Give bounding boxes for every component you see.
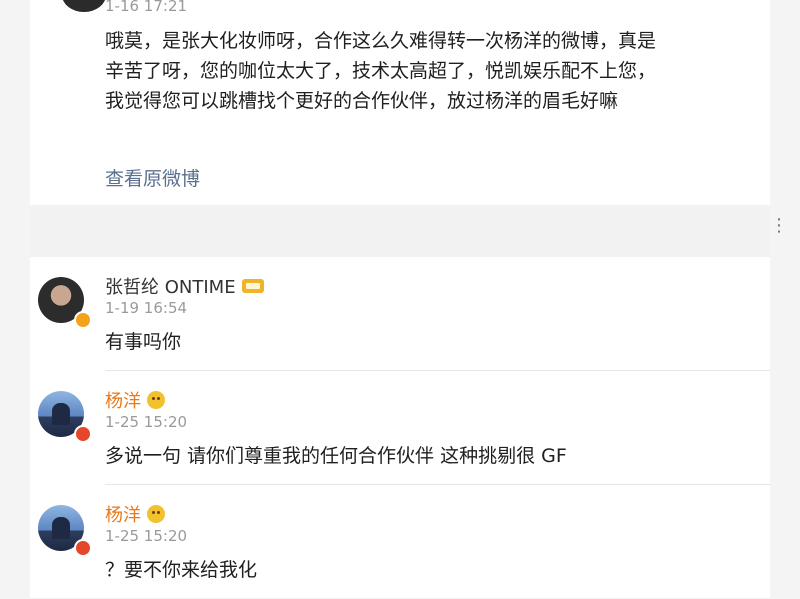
verified-badge-icon	[74, 311, 92, 329]
avatar[interactable]	[62, 0, 106, 12]
section-divider	[30, 205, 770, 257]
comment-item: 杨洋 1-25 15:20 ？要不你来给我化	[30, 485, 770, 599]
emoji-badge-icon	[147, 505, 165, 523]
comment-item: 杨洋 1-25 15:20 多说一句 请你们尊重我的任何合作伙伴 这种挑剔很 G…	[30, 371, 770, 485]
comment-text: 有事吗你	[105, 331, 182, 353]
comment-text: ？要不你来给我化	[105, 559, 258, 581]
level-icon	[241, 279, 264, 293]
verified-badge-icon	[74, 539, 92, 557]
emoji-badge-icon	[147, 391, 165, 409]
view-original-link[interactable]: 查看原微博	[105, 164, 200, 191]
comment-timestamp: 1-25 15:20	[105, 413, 188, 431]
more-options-icon[interactable]: ⋮	[770, 217, 788, 235]
comment-timestamp: 1-25 15:20	[105, 527, 188, 545]
commenter-name[interactable]: 杨洋	[105, 387, 141, 413]
comment-timestamp: 1-19 16:54	[105, 299, 188, 317]
post-text: 哦莫，是张大化妆师呀，合作这么久难得转一次杨洋的微博，真是辛苦了呀，您的咖位太大…	[105, 30, 657, 112]
original-post-card: 1-16 17:21 哦莫，是张大化妆师呀，合作这么久难得转一次杨洋的微博，真是…	[30, 0, 770, 205]
comment-text: 多说一句 请你们尊重我的任何合作伙伴 这种挑剔很 GF	[105, 445, 567, 467]
verified-badge-icon	[74, 425, 92, 443]
commenter-name[interactable]: 张哲纶 ONTIME	[105, 273, 236, 299]
comment-item: 张哲纶 ONTIME 1-19 16:54 有事吗你	[30, 257, 770, 371]
comment-list: 张哲纶 ONTIME 1-19 16:54 有事吗你 杨洋 1-25 15:20…	[30, 257, 770, 598]
commenter-name[interactable]: 杨洋	[105, 501, 141, 527]
post-timestamp: 1-16 17:21	[105, 0, 188, 15]
